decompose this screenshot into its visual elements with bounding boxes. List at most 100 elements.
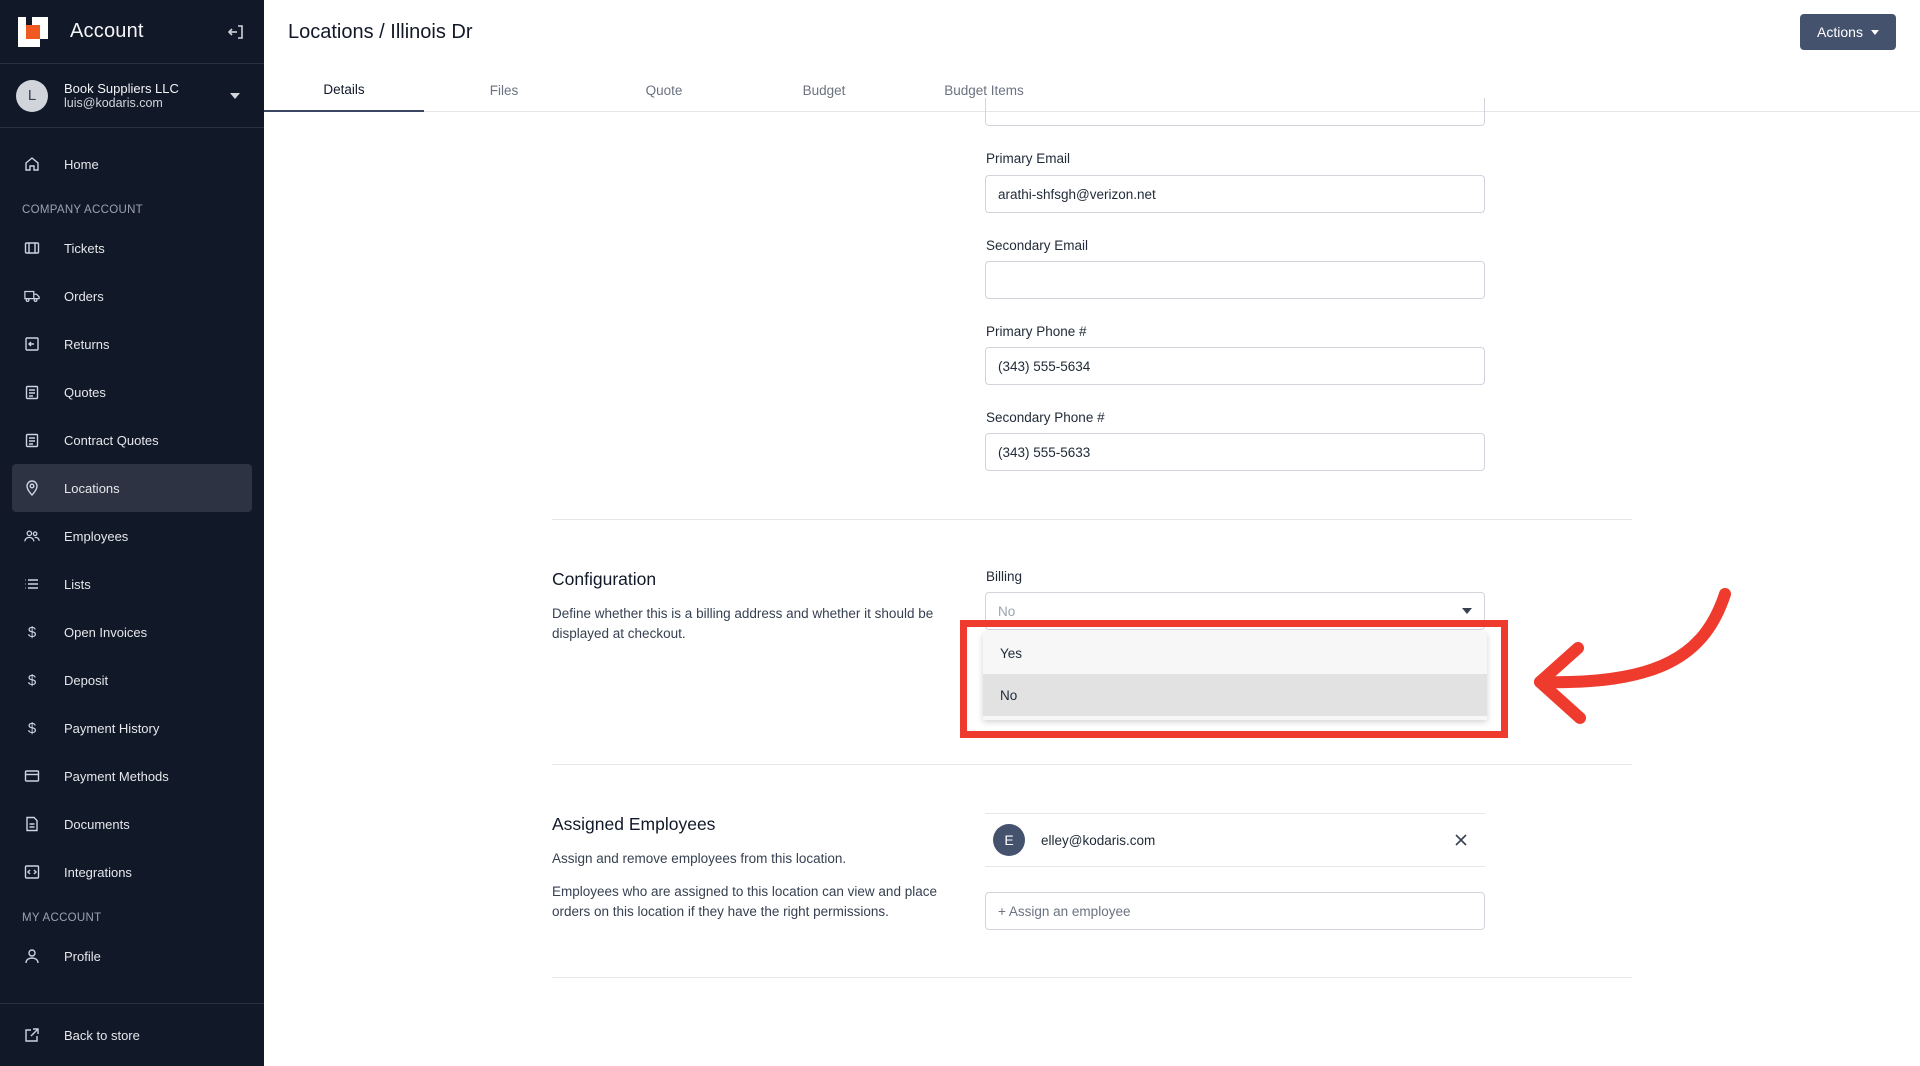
sidebar-item-label: Contract Quotes — [64, 432, 159, 448]
sidebar-item-home[interactable]: Home — [12, 140, 252, 188]
primary-phone-label: Primary Phone # — [986, 324, 1087, 339]
tab-details[interactable]: Details — [264, 68, 424, 112]
sidebar-item-label: Lists — [64, 576, 91, 592]
dollar-icon: $ — [27, 623, 37, 641]
sidebar-item-employees[interactable]: Employees — [12, 512, 252, 560]
page-header: Locations / Illinois Dr Actions Details … — [264, 0, 1920, 112]
account-name: Book Suppliers LLC — [64, 80, 179, 96]
assign-employee-input[interactable]: + Assign an employee — [985, 892, 1485, 930]
sidebar-item-tickets[interactable]: Tickets — [12, 224, 252, 272]
sidebar-item-contract-quotes[interactable]: Contract Quotes — [12, 416, 252, 464]
sidebar-item-label: Quotes — [64, 384, 106, 400]
document-icon — [24, 816, 40, 832]
sidebar-item-label: Open Invoices — [64, 624, 148, 640]
sidebar-item-open-invoices[interactable]: $ Open Invoices — [12, 608, 252, 656]
sidebar-item-profile[interactable]: Profile — [12, 932, 252, 980]
sidebar-item-returns[interactable]: Returns — [12, 320, 252, 368]
primary-phone-field[interactable]: (343) 555-5634 — [985, 347, 1485, 385]
configuration-title: Configuration — [552, 569, 657, 589]
sidebar-item-label: Locations — [64, 480, 120, 496]
clipboard-icon — [24, 432, 40, 448]
list-icon — [24, 576, 40, 592]
sidebar-item-locations[interactable]: Locations — [12, 464, 252, 512]
sidebar-item-label: Deposit — [64, 672, 109, 688]
sidebar-item-back-to-store[interactable]: Back to store — [12, 1011, 252, 1059]
sidebar-item-integrations[interactable]: Integrations — [12, 848, 252, 896]
actions-button[interactable]: Actions — [1800, 14, 1896, 50]
dollar-icon: $ — [27, 719, 37, 737]
home-icon — [24, 156, 40, 172]
actions-label: Actions — [1817, 24, 1863, 40]
section-my-account: MY ACCOUNT — [22, 912, 102, 924]
tab-budget[interactable]: Budget — [744, 68, 904, 112]
dollar-icon: $ — [27, 671, 37, 689]
primary-email-label: Primary Email — [986, 151, 1071, 166]
tab-files[interactable]: Files — [424, 68, 584, 112]
user-icon — [24, 948, 40, 964]
sidebar-item-label: Orders — [64, 288, 104, 304]
assigned-employee-row: E elley@kodaris.com — [985, 813, 1485, 867]
external-link-icon — [24, 1027, 40, 1043]
credit-card-icon — [24, 768, 40, 784]
sidebar-item-label: Returns — [64, 336, 110, 352]
account-avatar: L — [16, 79, 48, 112]
users-icon — [24, 528, 40, 544]
employee-email: elley@kodaris.com — [1041, 832, 1156, 848]
sidebar-item-lists[interactable]: Lists — [12, 560, 252, 608]
clipboard-icon — [24, 384, 40, 400]
chevron-down-icon — [1462, 608, 1472, 614]
configuration-description: Define whether this is a billing address… — [552, 606, 934, 641]
sidebar-item-label: Profile — [64, 948, 101, 964]
sidebar-divider — [0, 1003, 264, 1004]
chevron-down-icon — [1870, 29, 1879, 35]
employee-avatar: E — [993, 824, 1025, 856]
sidebar-item-payment-methods[interactable]: Payment Methods — [12, 752, 252, 800]
section-divider — [552, 519, 1632, 520]
section-divider — [552, 977, 1632, 978]
section-divider — [552, 764, 1632, 765]
page-title: Locations / Illinois Dr — [288, 21, 473, 43]
sidebar: Account L Book Suppliers LLC luis@kodari… — [0, 0, 264, 1066]
kodaris-logo[interactable] — [18, 16, 48, 47]
secondary-email-label: Secondary Email — [986, 238, 1089, 253]
sidebar-item-deposit[interactable]: $ Deposit — [12, 656, 252, 704]
sidebar-item-orders[interactable]: Orders — [12, 272, 252, 320]
billing-selected-value: No — [998, 603, 1016, 619]
assigned-employees-desc1: Assign and remove employees from this lo… — [552, 851, 847, 866]
sidebar-header: Account — [0, 0, 264, 64]
close-icon[interactable] — [1453, 832, 1469, 848]
tab-quote[interactable]: Quote — [584, 68, 744, 112]
sidebar-item-label: Home — [64, 156, 99, 172]
assigned-employees-desc2: Employees who are assigned to this locat… — [552, 884, 937, 919]
sidebar-item-payment-history[interactable]: $ Payment History — [12, 704, 252, 752]
annotation-highlight-box — [960, 620, 1508, 738]
assigned-employees-title: Assigned Employees — [552, 814, 716, 834]
map-pin-icon — [24, 480, 40, 496]
annotation-arrow-icon — [1534, 588, 1731, 724]
sidebar-item-quotes[interactable]: Quotes — [12, 368, 252, 416]
billing-label: Billing — [986, 569, 1023, 584]
sidebar-item-label: Integrations — [64, 864, 132, 880]
secondary-email-field[interactable] — [985, 261, 1485, 299]
primary-email-field[interactable]: arathi-shfsgh@verizon.net — [985, 175, 1485, 213]
truck-icon — [24, 288, 40, 304]
sidebar-item-documents[interactable]: Documents — [12, 800, 252, 848]
sidebar-item-label: Back to store — [64, 1027, 140, 1043]
account-email: luis@kodaris.com — [64, 95, 163, 110]
tab-bar: Details Files Quote Budget Budget Items — [264, 68, 1064, 112]
ticket-icon — [24, 240, 40, 256]
section-company-account: COMPANY ACCOUNT — [22, 204, 144, 216]
sidebar-item-label: Tickets — [64, 240, 105, 256]
return-icon — [24, 336, 40, 352]
sidebar-nav: Home COMPANY ACCOUNT Tickets Orders Retu… — [0, 128, 264, 980]
sidebar-item-label: Payment Methods — [64, 768, 169, 784]
previous-field-input[interactable] — [985, 98, 1485, 126]
chevron-down-icon — [230, 92, 240, 99]
sidebar-item-label: Documents — [64, 816, 130, 832]
code-icon — [24, 864, 40, 880]
account-switcher[interactable]: L Book Suppliers LLC luis@kodaris.com — [0, 64, 264, 128]
sidebar-title: Account — [70, 20, 144, 42]
secondary-phone-field[interactable]: (343) 555-5633 — [985, 433, 1485, 471]
sidebar-item-label: Payment History — [64, 720, 160, 736]
collapse-sidebar-icon[interactable] — [226, 22, 246, 42]
